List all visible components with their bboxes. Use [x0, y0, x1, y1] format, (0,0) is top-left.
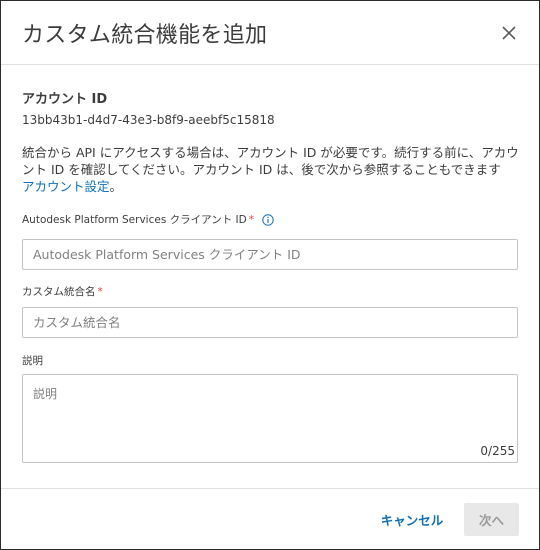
next-button[interactable]: 次へ	[464, 503, 519, 536]
integration-name-label-row: カスタム統合名 *	[22, 284, 103, 299]
integration-name-label: カスタム統合名	[22, 286, 96, 298]
client-id-label-row: Autodesk Platform Services クライアント ID *	[22, 212, 274, 227]
required-mark: *	[97, 285, 103, 298]
account-settings-link[interactable]: アカウント設定	[22, 179, 110, 194]
description-textarea[interactable]	[22, 374, 518, 463]
close-icon[interactable]	[499, 23, 519, 43]
account-id-value: 13bb43b1-d4d7-43e3-b8f9-aeebf5c15818	[22, 113, 275, 127]
character-counter: 0/255	[480, 444, 515, 458]
client-id-label: Autodesk Platform Services クライアント ID	[22, 214, 247, 226]
info-icon[interactable]	[262, 213, 274, 226]
dialog-footer: キャンセル 次へ	[1, 488, 539, 550]
required-mark: *	[248, 213, 254, 226]
dialog-title: カスタム統合機能を追加	[22, 23, 268, 48]
account-id-description: 統合から API にアクセスする場合は、アカウント ID が必要です。続行する前…	[22, 144, 522, 195]
description-suffix: 。	[109, 179, 123, 194]
client-id-input[interactable]	[22, 239, 518, 270]
dialog-header: カスタム統合機能を追加	[1, 1, 539, 65]
description-text: 統合から API にアクセスする場合は、アカウント ID が必要です。続行する前…	[22, 145, 519, 177]
account-id-label: アカウント ID	[22, 92, 108, 107]
add-custom-integration-dialog: カスタム統合機能を追加 アカウント ID 13bb43b1-d4d7-43e3-…	[0, 0, 540, 550]
description-label-row: 説明	[22, 353, 43, 368]
cancel-button[interactable]: キャンセル	[371, 503, 453, 535]
description-label: 説明	[22, 355, 43, 367]
integration-name-input[interactable]	[22, 307, 518, 338]
